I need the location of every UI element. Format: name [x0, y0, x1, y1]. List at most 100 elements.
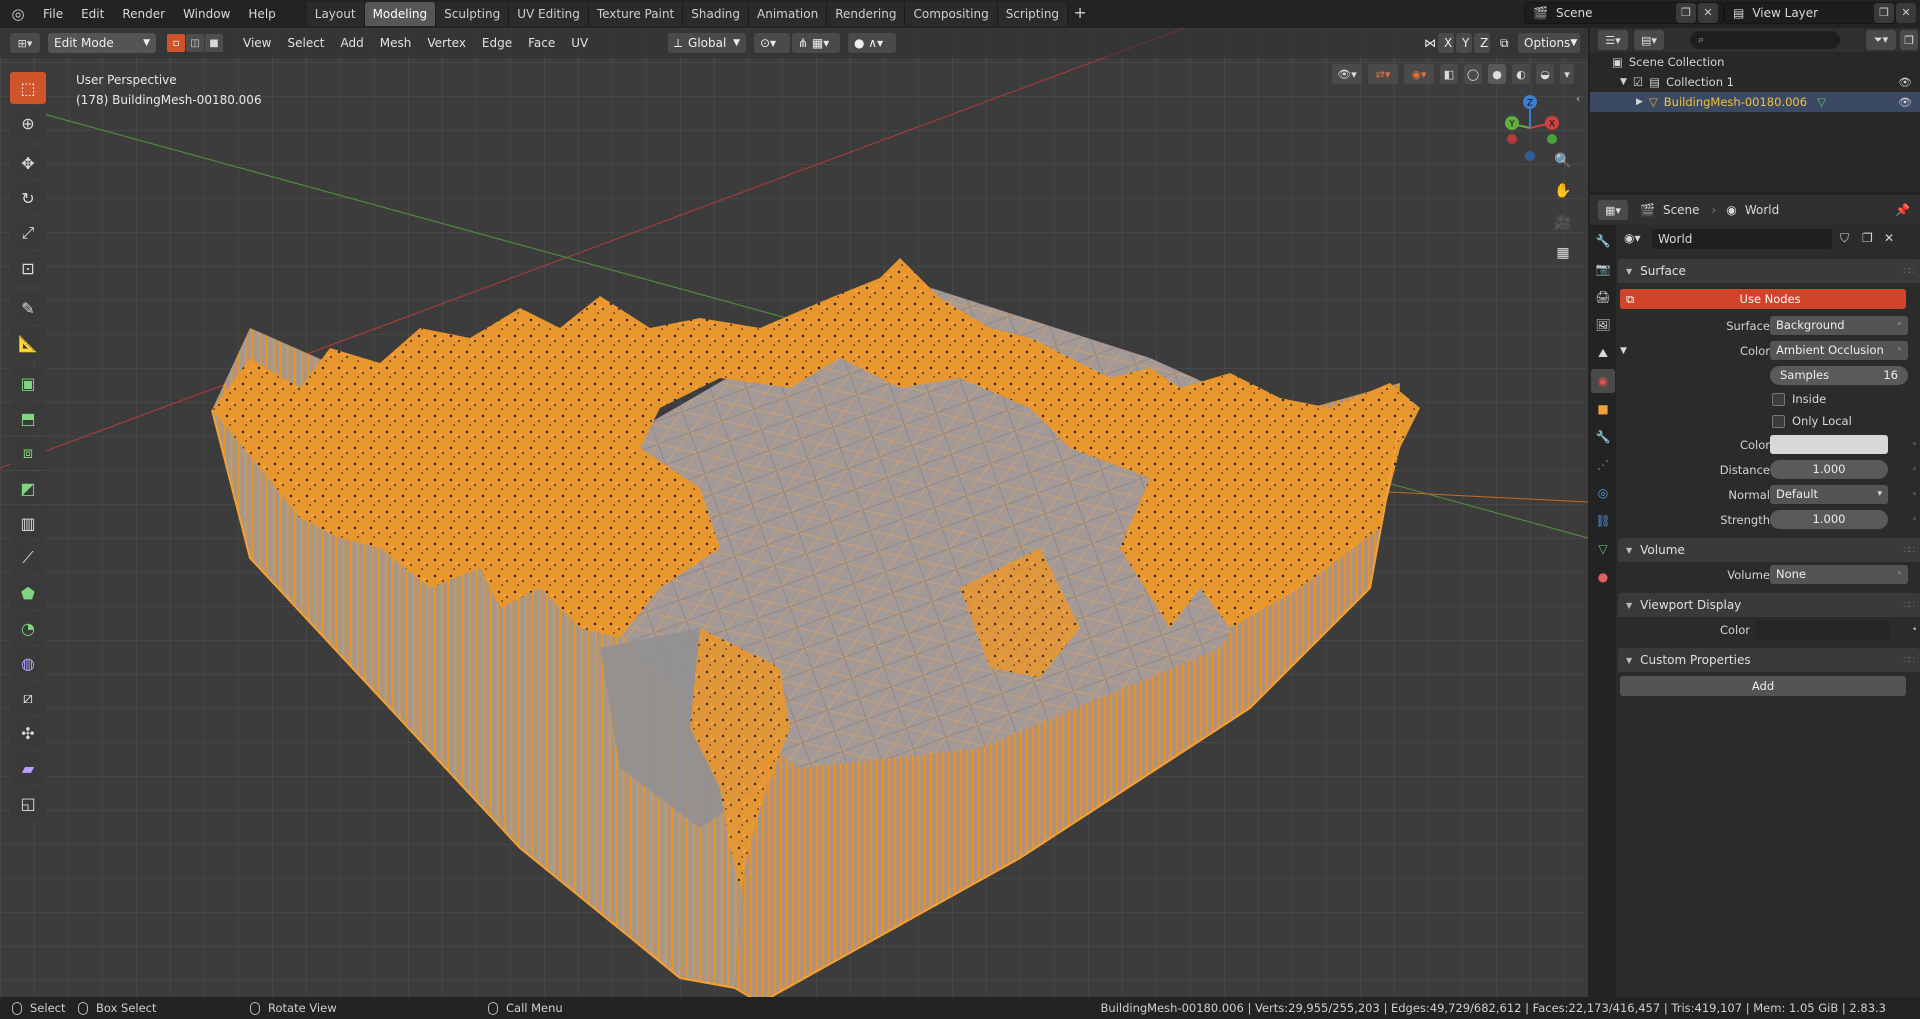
- view-layer-selector[interactable]: ▤ View Layer: [1724, 2, 1898, 24]
- tab-modeling[interactable]: Modeling: [364, 2, 437, 26]
- spin-tool-icon[interactable]: ◔: [10, 612, 46, 644]
- measure-tool-icon[interactable]: 📐: [10, 327, 46, 359]
- vertex-select-icon[interactable]: ▫: [167, 34, 185, 52]
- view-layer-tab-icon[interactable]: 🖼: [1591, 313, 1615, 337]
- material-tab-icon[interactable]: ●: [1591, 565, 1615, 589]
- surface-shader-select[interactable]: Background ◦: [1770, 316, 1908, 335]
- transform-tool-icon[interactable]: ⊡: [10, 252, 46, 284]
- menu-face[interactable]: Face: [520, 36, 563, 50]
- smooth-tool-icon[interactable]: ◍: [10, 647, 46, 679]
- filter-icon[interactable]: ⏷▾: [1866, 30, 1896, 50]
- solid-shading-icon[interactable]: ●: [1488, 64, 1506, 84]
- mirror-z-toggle[interactable]: Z: [1474, 33, 1490, 53]
- visibility-eye-icon[interactable]: 👁: [1898, 96, 1912, 109]
- menu-vertex[interactable]: Vertex: [419, 36, 474, 50]
- rip-tool-icon[interactable]: ◱: [10, 787, 46, 819]
- outliner-collection-row[interactable]: ▼ ☑ ▤ Collection 1 👁: [1590, 72, 1920, 92]
- inset-tool-icon[interactable]: ⧈: [10, 437, 46, 469]
- rendered-shading-icon[interactable]: ◒: [1536, 64, 1554, 84]
- world-name-field[interactable]: World: [1652, 229, 1832, 249]
- ortho-toggle-icon[interactable]: ▦: [1550, 240, 1576, 266]
- select-box-tool-icon[interactable]: ⬚: [10, 72, 46, 104]
- pivot-point-icon[interactable]: ⊙▾: [754, 33, 790, 53]
- menu-view[interactable]: View: [235, 36, 279, 50]
- gizmo-neg-x[interactable]: [1507, 134, 1517, 144]
- bevel-tool-icon[interactable]: ◩: [10, 472, 46, 504]
- tool-tab-icon[interactable]: 🔧: [1591, 229, 1615, 253]
- use-nodes-button[interactable]: ⧉ Use Nodes: [1620, 289, 1906, 309]
- volume-shader-select[interactable]: None ◦: [1770, 565, 1908, 584]
- rotate-tool-icon[interactable]: ↻: [10, 182, 46, 214]
- outliner-editor-type-icon[interactable]: ☰▾: [1598, 30, 1628, 50]
- camera-view-icon[interactable]: 🎥: [1550, 210, 1576, 236]
- outliner-search-input[interactable]: ⌕: [1690, 31, 1840, 49]
- tab-texture-paint[interactable]: Texture Paint: [588, 2, 684, 26]
- tab-shading[interactable]: Shading: [683, 2, 749, 26]
- add-cube-tool-icon[interactable]: ▣: [10, 367, 46, 399]
- material-shading-icon[interactable]: ◐: [1512, 64, 1530, 84]
- new-scene-icon[interactable]: ❐: [1676, 3, 1696, 23]
- distance-field[interactable]: 1.000: [1770, 460, 1888, 479]
- blender-logo-icon[interactable]: ◎: [6, 2, 30, 26]
- checkbox-icon[interactable]: ☑: [1633, 75, 1643, 89]
- display-mode-icon[interactable]: ▤▾: [1634, 30, 1664, 50]
- edge-slide-tool-icon[interactable]: ⧄: [10, 682, 46, 714]
- cursor-tool-icon[interactable]: ⊕: [10, 107, 46, 139]
- scale-tool-icon[interactable]: ⤢: [10, 217, 46, 249]
- dot-icon[interactable]: ◦: [1912, 465, 1920, 475]
- new-collection-icon[interactable]: ❐: [1900, 30, 1918, 50]
- edge-select-icon[interactable]: ◫: [186, 34, 204, 52]
- particles-tab-icon[interactable]: ⋰: [1591, 453, 1615, 477]
- tab-uv-editing[interactable]: UV Editing: [509, 2, 589, 26]
- menu-mesh[interactable]: Mesh: [372, 36, 420, 50]
- tab-layout[interactable]: Layout: [306, 2, 365, 26]
- tab-scripting[interactable]: Scripting: [997, 2, 1069, 26]
- tab-compositing[interactable]: Compositing: [905, 2, 998, 26]
- vd-color-swatch[interactable]: [1756, 620, 1890, 639]
- uv-sync-icon[interactable]: ⧉: [1494, 33, 1512, 53]
- outliner-scene-collection[interactable]: ▣ Scene Collection: [1590, 52, 1920, 72]
- drag-grip-icon[interactable]: ∷∷: [1903, 266, 1915, 277]
- delete-view-layer-icon[interactable]: ✕: [1896, 3, 1916, 23]
- menu-uv[interactable]: UV: [563, 36, 596, 50]
- move-tool-icon[interactable]: ✥: [10, 147, 46, 179]
- drag-grip-icon[interactable]: ∷∷: [1903, 545, 1915, 556]
- tab-rendering[interactable]: Rendering: [827, 2, 906, 26]
- new-world-icon[interactable]: ❐: [1862, 231, 1873, 245]
- gizmo-neg-y[interactable]: [1547, 134, 1557, 144]
- expand-arrow-icon[interactable]: ▶: [1636, 97, 1643, 107]
- ao-color-swatch[interactable]: [1770, 435, 1888, 454]
- dot-icon[interactable]: ◦: [1912, 490, 1920, 500]
- drag-grip-icon[interactable]: ∷∷: [1903, 655, 1915, 666]
- tab-sculpting[interactable]: Sculpting: [436, 2, 510, 26]
- annotate-tool-icon[interactable]: ✎: [10, 292, 46, 324]
- menu-add[interactable]: Add: [333, 36, 372, 50]
- xray-icon[interactable]: ◧: [1440, 64, 1458, 84]
- menu-edge[interactable]: Edge: [474, 36, 520, 50]
- world-tab-icon[interactable]: ◉: [1591, 369, 1615, 393]
- editor-type-icon[interactable]: ⊞▾: [10, 33, 40, 53]
- physics-tab-icon[interactable]: ◎: [1591, 481, 1615, 505]
- inside-checkbox[interactable]: [1772, 392, 1785, 406]
- mirror-y-toggle[interactable]: Y: [1456, 33, 1472, 53]
- fake-user-icon[interactable]: ⛉: [1840, 231, 1849, 246]
- menu-window[interactable]: Window: [174, 2, 239, 26]
- wireframe-shading-icon[interactable]: ◯: [1464, 64, 1482, 84]
- normal-select[interactable]: Default ▾: [1770, 485, 1888, 504]
- shading-options-icon[interactable]: ▾: [1560, 64, 1574, 84]
- drag-grip-icon[interactable]: ∷∷: [1903, 600, 1915, 611]
- knife-tool-icon[interactable]: ⟋: [10, 542, 46, 574]
- render-tab-icon[interactable]: 📷: [1591, 257, 1615, 281]
- gizmo-neg-z[interactable]: [1525, 151, 1535, 161]
- menu-edit[interactable]: Edit: [72, 2, 113, 26]
- expand-arrow-icon[interactable]: ▼: [1620, 346, 1627, 356]
- mirror-icon[interactable]: ⋈: [1418, 33, 1436, 53]
- properties-editor-type-icon[interactable]: ▦▾: [1598, 200, 1628, 220]
- navigation-gizmo[interactable]: Z Y X: [1500, 92, 1560, 162]
- add-workspace-icon[interactable]: +: [1068, 2, 1092, 26]
- overlay-toggle-icon[interactable]: ◉▾: [1404, 64, 1434, 84]
- transform-orientation-select[interactable]: ⟂ Global ▼: [668, 33, 746, 53]
- menu-render[interactable]: Render: [113, 2, 174, 26]
- loop-cut-tool-icon[interactable]: ▥: [10, 507, 46, 539]
- face-select-icon[interactable]: ■: [205, 34, 223, 52]
